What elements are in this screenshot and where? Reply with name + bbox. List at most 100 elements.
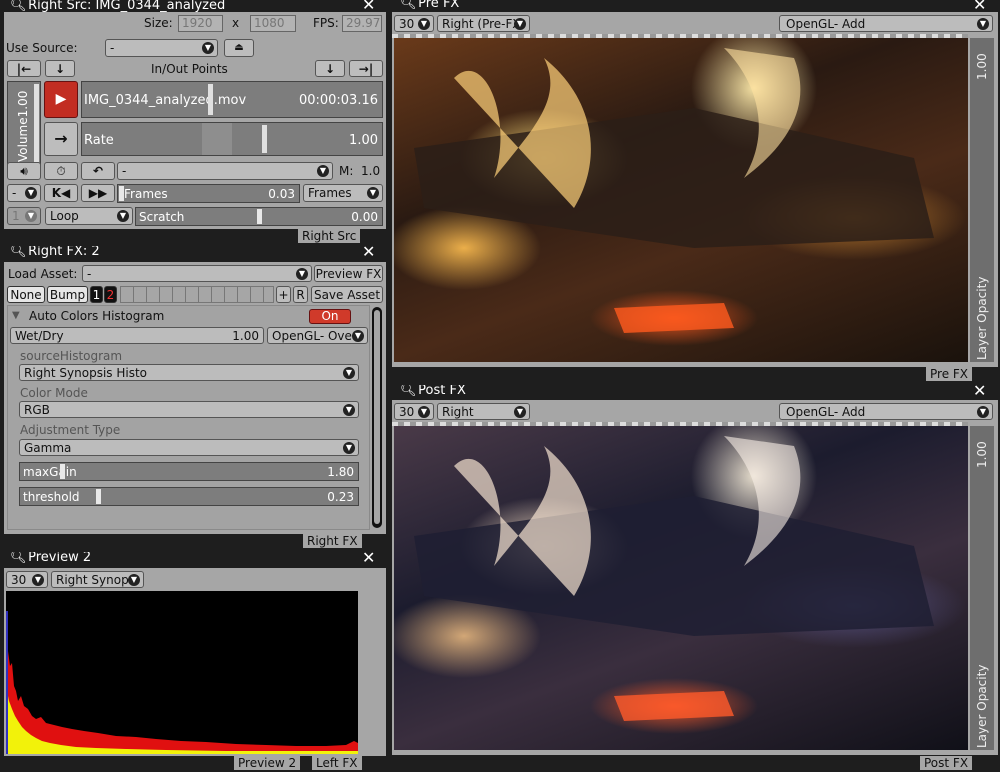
- timer-button[interactable]: ⏱︎: [44, 162, 78, 180]
- loop-reset-button[interactable]: ↶: [81, 162, 115, 180]
- size-label: Size:: [144, 16, 173, 30]
- chevron-down-icon: ▼: [977, 18, 989, 30]
- threshold-thumb[interactable]: [96, 489, 101, 504]
- maxgain-value: 1.80: [327, 465, 354, 479]
- pre-fx-fps-select[interactable]: 30 ▼: [394, 15, 434, 32]
- rate-thumb[interactable]: [262, 125, 267, 153]
- fps-field[interactable]: 29.97: [342, 15, 382, 32]
- close-icon[interactable]: ✕: [973, 383, 986, 399]
- color-mode-label: Color Mode: [20, 386, 88, 400]
- frames-slider[interactable]: Frames 0.03: [117, 184, 300, 203]
- eject-button[interactable]: ⏏: [224, 39, 254, 57]
- loop-mode-value: Loop: [50, 209, 79, 223]
- search-icon[interactable]: 🔍︎: [10, 246, 27, 258]
- wetdry-label: Wet/Dry: [15, 329, 64, 343]
- threshold-slider[interactable]: threshold 0.23: [19, 487, 359, 506]
- scratch-slider[interactable]: Scratch 0.00: [135, 207, 383, 226]
- m-label: M:: [339, 164, 354, 178]
- pre-fx-source-select[interactable]: Right (Pre-FX ▼: [437, 15, 530, 32]
- load-asset-label: Load Asset:: [8, 267, 78, 281]
- preview-fx-button[interactable]: Preview FX: [314, 265, 383, 282]
- post-fx-opacity-slider[interactable]: 1.00 Layer Opacity: [970, 426, 994, 750]
- right-src-panel: Size: 1920 x 1080 FPS: 29.97 Use Source:…: [4, 12, 386, 229]
- play-button[interactable]: ▶: [44, 81, 78, 118]
- step-forward-button[interactable]: ▶▶: [81, 184, 115, 202]
- small-select-value: -: [12, 186, 17, 200]
- tab-bump[interactable]: Bump: [47, 286, 88, 303]
- volume-slider[interactable]: Volume1.00: [7, 81, 41, 166]
- width-field[interactable]: 1920: [178, 15, 223, 32]
- rate-slider[interactable]: Rate 1.00: [81, 122, 383, 156]
- tab-1[interactable]: 1: [90, 286, 103, 303]
- wetdry-slider[interactable]: Wet/Dry 1.00: [10, 327, 264, 344]
- adjustment-type-select[interactable]: Gamma ▼: [19, 439, 359, 456]
- effect-on-button[interactable]: On: [309, 309, 351, 324]
- chevron-down-icon: ▼: [32, 574, 44, 586]
- pre-fx-blend-value: OpenGL- Add: [786, 17, 866, 31]
- go-to-out-point-button[interactable]: →|: [349, 60, 383, 77]
- effect-box: ▼ Auto Colors Histogram On Wet/Dry 1.00 …: [7, 305, 370, 530]
- right-fx-panel: Load Asset: - ▼ Preview FX None Bump 1 2…: [4, 262, 386, 534]
- volume-thumb[interactable]: [34, 84, 39, 162]
- preview2-title: Preview 2: [28, 552, 92, 565]
- pre-fx-blend-select[interactable]: OpenGL- Add ▼: [779, 15, 993, 32]
- loop-index-select[interactable]: 1 ▼: [7, 207, 41, 225]
- preview2-source-select[interactable]: Right Synop ▼: [51, 571, 144, 588]
- threshold-value: 0.23: [327, 490, 354, 504]
- search-icon[interactable]: 🔍︎: [10, 0, 27, 12]
- post-fx-fps-select[interactable]: 30 ▼: [394, 403, 434, 420]
- close-icon[interactable]: ✕: [362, 0, 375, 13]
- close-icon[interactable]: ✕: [362, 244, 375, 260]
- small-select[interactable]: - ▼: [7, 184, 41, 202]
- adjustment-type-value: Gamma: [24, 441, 72, 455]
- load-asset-select[interactable]: - ▼: [82, 265, 312, 282]
- loop-mode-select[interactable]: Loop ▼: [45, 207, 133, 225]
- scratch-thumb[interactable]: [257, 209, 262, 224]
- post-fx-source-select[interactable]: Right ▼: [437, 403, 530, 420]
- scratch-value: 0.00: [351, 210, 378, 224]
- color-mode-select[interactable]: RGB ▼: [19, 401, 359, 418]
- chevron-down-icon: ▼: [202, 42, 214, 54]
- fx-scrollbar[interactable]: [372, 307, 382, 528]
- post-fx-footer: Post FX: [920, 756, 973, 770]
- timer-icon: ⏱︎: [56, 164, 66, 178]
- close-icon[interactable]: ✕: [362, 550, 375, 566]
- right-fx-footer: Right FX: [303, 534, 362, 548]
- tab-none[interactable]: None: [7, 286, 45, 303]
- step-back-button[interactable]: K◀: [44, 184, 78, 202]
- save-asset-button[interactable]: Save Asset: [311, 286, 383, 303]
- mute-button[interactable]: 🔊︎: [7, 162, 41, 180]
- adjustment-type-label: Adjustment Type: [20, 423, 121, 437]
- fx-scrollbar-thumb[interactable]: [374, 310, 380, 524]
- close-icon[interactable]: ✕: [973, 0, 986, 13]
- post-fx-blend-select[interactable]: OpenGL- Add ▼: [779, 403, 993, 420]
- search-icon[interactable]: 🔍︎: [400, 0, 417, 10]
- chevron-down-icon: ▼: [418, 18, 430, 30]
- chevron-down-icon: ▼: [343, 367, 355, 379]
- search-icon[interactable]: 🔍︎: [10, 552, 27, 564]
- rate-direction-button[interactable]: →: [44, 122, 78, 156]
- frames-unit-select[interactable]: Frames ▼: [303, 184, 383, 202]
- source-histogram-select[interactable]: Right Synopsis Histo ▼: [19, 364, 359, 381]
- height-field[interactable]: 1080: [250, 15, 296, 32]
- clip-scrubber[interactable]: IMG_0344_analyzed.mov 00:00:03.16: [81, 81, 383, 118]
- clip-playhead[interactable]: [208, 84, 213, 115]
- preview2-fps-select[interactable]: 30 ▼: [6, 571, 48, 588]
- maxgain-thumb[interactable]: [60, 464, 65, 479]
- set-out-point-button[interactable]: ↓: [315, 60, 345, 77]
- collapse-triangle-icon[interactable]: ▼: [12, 310, 20, 321]
- blend-mode-select[interactable]: OpenGL- Ove ▼: [267, 327, 368, 344]
- reset-fx-button[interactable]: R: [293, 286, 308, 303]
- use-source-select[interactable]: - ▼: [105, 39, 218, 57]
- histogram-graphic: [6, 611, 358, 754]
- mode-select[interactable]: - ▼: [117, 162, 333, 180]
- add-fx-button[interactable]: +: [276, 286, 291, 303]
- search-icon[interactable]: 🔍︎: [400, 385, 417, 397]
- maxgain-slider[interactable]: maxGain 1.80: [19, 462, 359, 481]
- set-in-point-button[interactable]: ↓: [45, 60, 75, 77]
- tab-2[interactable]: 2: [104, 286, 117, 303]
- pre-fx-opacity-slider[interactable]: 1.00 Layer Opacity: [970, 38, 994, 362]
- frames-value: 0.03: [268, 187, 295, 201]
- preview2-source-value: Right Synop: [56, 573, 129, 587]
- go-to-in-point-button[interactable]: |←: [7, 60, 41, 77]
